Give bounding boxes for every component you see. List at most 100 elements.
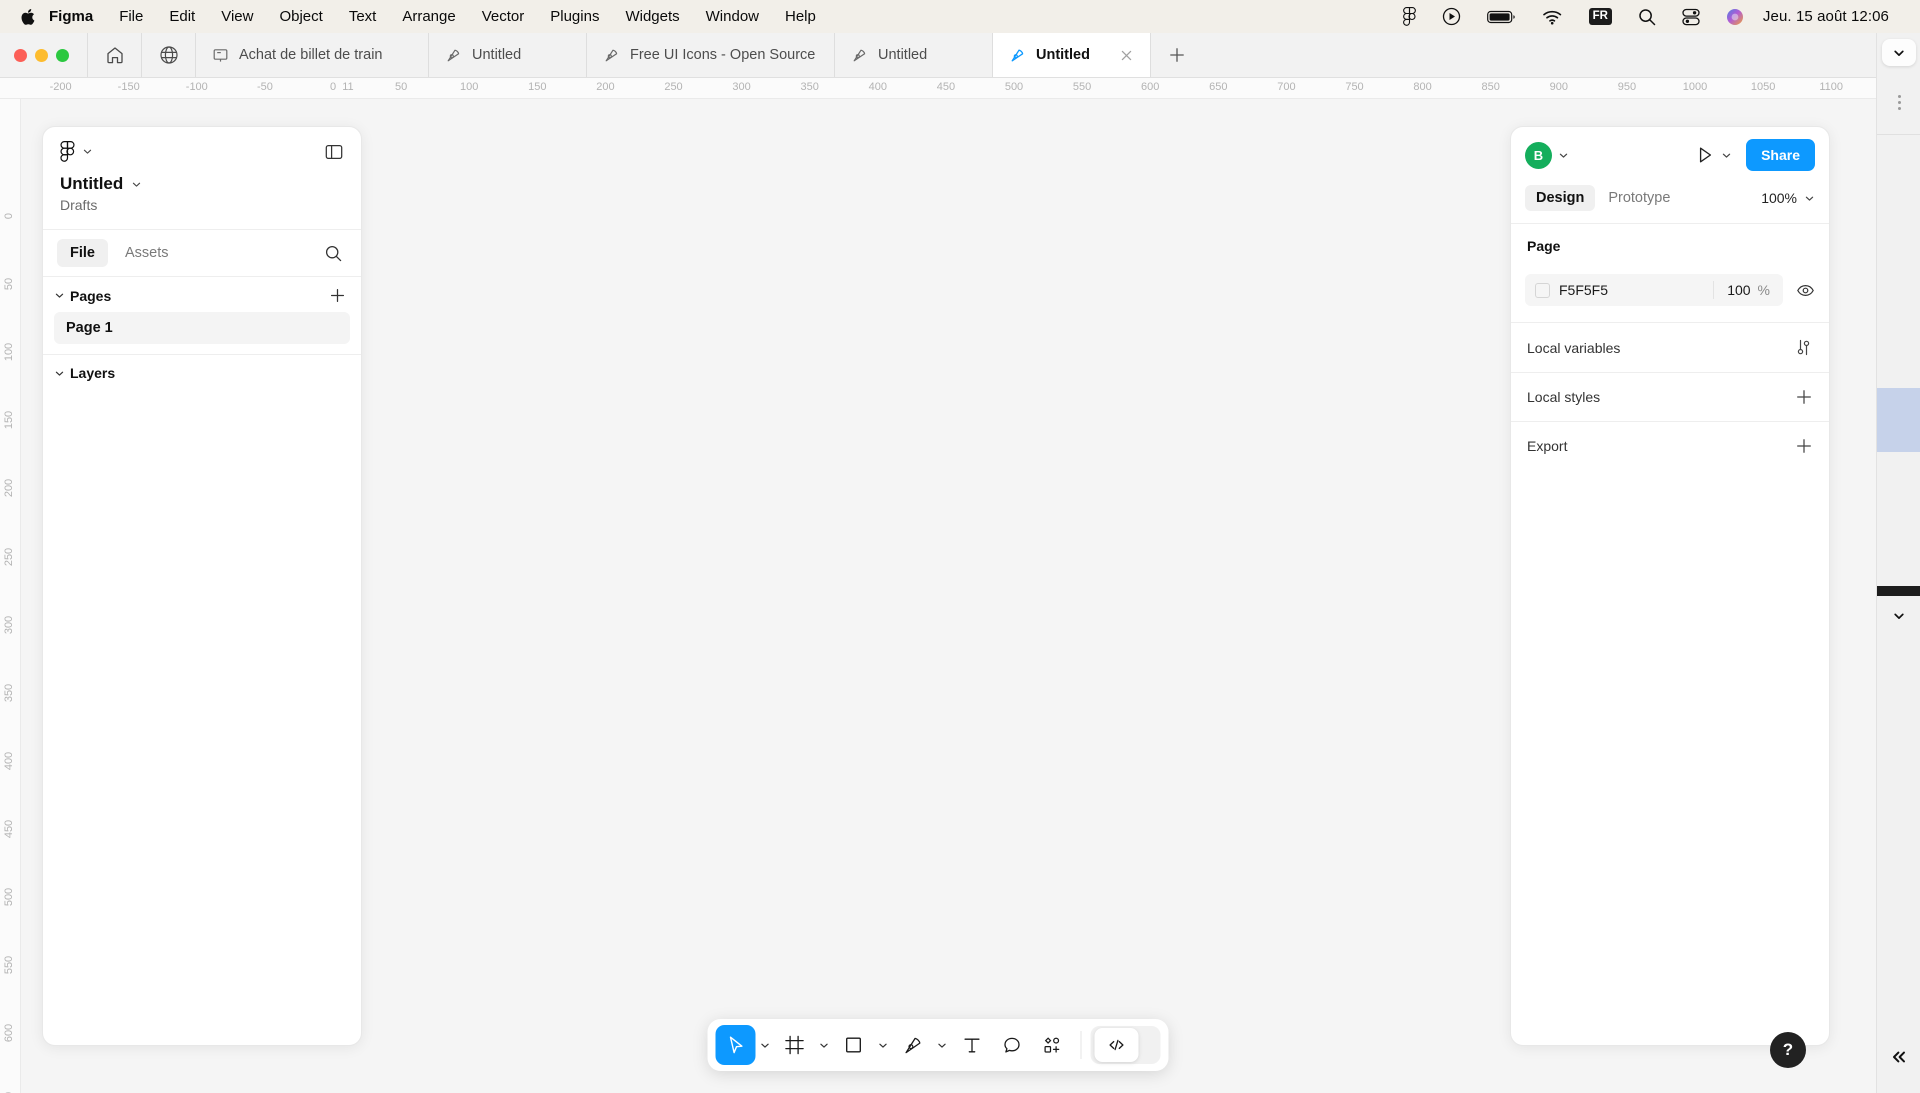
collapse-sidebar-button[interactable] <box>1877 1047 1920 1067</box>
tab-design[interactable]: Design <box>1525 185 1596 211</box>
ruler-tick-label: 350 <box>3 683 15 702</box>
sidebar-selected-item[interactable] <box>1877 388 1920 452</box>
chevron-down-icon[interactable] <box>1721 150 1732 161</box>
zoom-level-label: 100% <box>1761 190 1797 206</box>
figma-home-button[interactable] <box>60 141 93 162</box>
tab-prototype[interactable]: Prototype <box>1597 185 1681 211</box>
figma-left-panel: Untitled Drafts File Assets Pages Page 1 <box>42 126 362 1046</box>
sliders-icon[interactable] <box>1794 338 1813 357</box>
play-icon[interactable] <box>1695 145 1715 165</box>
page-fill-hex[interactable]: F5F5F5 <box>1559 282 1713 298</box>
add-page-button[interactable] <box>329 287 346 304</box>
input-language-badge[interactable]: FR <box>1576 0 1625 33</box>
chevron-down-icon <box>1804 193 1815 204</box>
page-list-item[interactable]: Page 1 <box>54 312 350 344</box>
control-center-icon[interactable] <box>1669 0 1713 33</box>
layers-list[interactable] <box>43 389 361 1045</box>
menu-item-object[interactable]: Object <box>266 0 335 33</box>
menu-item-figma[interactable]: Figma <box>49 0 106 33</box>
export-section[interactable]: Export <box>1511 421 1829 470</box>
shape-tool-caret-icon[interactable] <box>874 1040 893 1051</box>
sidebar-chevron-down-icon[interactable] <box>1882 39 1916 66</box>
siri-icon[interactable] <box>1713 0 1757 33</box>
figma-icon[interactable] <box>1390 0 1429 33</box>
battery-icon[interactable] <box>1474 0 1529 33</box>
horizontal-ruler: -200 -150 -100 -50 0 50 100 150 200 250 300 350 400 4… <box>0 78 1876 99</box>
tab-assets[interactable]: Assets <box>112 239 182 267</box>
more-vertical-icon[interactable] <box>1877 95 1920 110</box>
menu-item-text[interactable]: Text <box>336 0 390 33</box>
plus-icon[interactable] <box>1795 437 1813 455</box>
pages-section-header[interactable]: Pages <box>43 276 361 312</box>
menu-item-label: Figma <box>49 8 94 25</box>
ruler-tick-label: 500 <box>1004 81 1024 93</box>
browser-tab[interactable]: Untitled <box>835 33 993 77</box>
avatar[interactable]: B <box>1525 141 1552 169</box>
menu-item-window[interactable]: Window <box>693 0 772 33</box>
globe-icon[interactable] <box>142 33 196 77</box>
menu-item-plugins[interactable]: Plugins <box>537 0 612 33</box>
pen-tool-button[interactable] <box>893 1025 933 1065</box>
menu-item-label: Vector <box>481 8 525 25</box>
close-window-button[interactable] <box>14 48 27 62</box>
menu-item-file[interactable]: File <box>106 0 156 33</box>
frame-tool-button[interactable] <box>775 1025 815 1065</box>
menu-item-help[interactable]: Help <box>772 0 829 33</box>
maximize-window-button[interactable] <box>56 48 69 62</box>
pen-tool-caret-icon[interactable] <box>933 1040 952 1051</box>
menu-item-vector[interactable]: Vector <box>469 0 538 33</box>
sidebar-chevron-down-icon-2[interactable] <box>1877 609 1920 623</box>
browser-tab[interactable]: Free UI Icons - Open Source Vector Ic <box>587 33 835 77</box>
ruler-tick-label: 250 <box>664 81 683 93</box>
spotlight-search-icon[interactable] <box>1625 0 1669 33</box>
apple-icon[interactable] <box>0 0 49 33</box>
local-variables-section[interactable]: Local variables <box>1511 322 1829 372</box>
dot <box>1897 101 1901 104</box>
help-button[interactable]: ? <box>1770 1032 1806 1068</box>
zoom-control[interactable]: 100% <box>1761 190 1815 206</box>
menu-item-label: Plugins <box>550 8 600 25</box>
left-panel-tabs: File Assets <box>43 229 361 276</box>
minimize-window-button[interactable] <box>35 48 48 62</box>
page-fill-input-group[interactable]: F5F5F5 100 % <box>1525 274 1783 306</box>
share-button[interactable]: Share <box>1746 139 1815 171</box>
plus-icon[interactable] <box>1795 388 1813 406</box>
wifi-icon[interactable] <box>1529 0 1576 33</box>
browser-tab[interactable]: Untitled <box>429 33 587 77</box>
menu-bar-clock[interactable]: Jeu. 15 août 12:06 <box>1757 0 1902 33</box>
panel-toggle-icon[interactable] <box>324 142 344 162</box>
new-tab-button[interactable] <box>1151 33 1203 77</box>
ruler-tick-label: 1000 <box>1682 81 1708 93</box>
input-language-label: FR <box>1588 8 1612 25</box>
play-circle-icon[interactable] <box>1429 0 1474 33</box>
eye-icon[interactable] <box>1783 281 1815 300</box>
shape-tool-button[interactable] <box>834 1025 874 1065</box>
actions-tool-button[interactable] <box>1032 1025 1072 1065</box>
color-swatch[interactable] <box>1535 282 1550 298</box>
home-icon[interactable] <box>88 33 142 77</box>
search-icon[interactable] <box>324 244 347 263</box>
export-label: Export <box>1527 438 1568 454</box>
page-fill-opacity[interactable]: 100 <box>1714 282 1757 298</box>
menu-item-view[interactable]: View <box>208 0 266 33</box>
frame-tool-caret-icon[interactable] <box>815 1040 834 1051</box>
move-tool-caret-icon[interactable] <box>756 1040 775 1051</box>
local-styles-section[interactable]: Local styles <box>1511 372 1829 421</box>
chevron-down-icon[interactable] <box>1558 150 1569 161</box>
menu-item-widgets[interactable]: Widgets <box>612 0 692 33</box>
menu-item-arrange[interactable]: Arrange <box>389 0 468 33</box>
dev-mode-toggle[interactable] <box>1090 1026 1161 1064</box>
text-tool-button[interactable] <box>952 1025 992 1065</box>
close-icon[interactable] <box>1119 48 1134 63</box>
browser-tab-label: Achat de billet de train <box>239 47 383 63</box>
comment-tool-button[interactable] <box>992 1025 1032 1065</box>
browser-tab[interactable]: Achat de billet de train <box>196 33 429 77</box>
code-icon[interactable] <box>1094 1028 1139 1062</box>
file-name-row[interactable]: Untitled <box>43 168 361 194</box>
tab-file[interactable]: File <box>57 239 108 267</box>
browser-tab-active[interactable]: Untitled <box>993 33 1151 77</box>
layers-section-header[interactable]: Layers <box>43 354 361 389</box>
present-controls <box>1695 145 1732 165</box>
move-tool-button[interactable] <box>715 1025 756 1065</box>
menu-item-edit[interactable]: Edit <box>156 0 208 33</box>
